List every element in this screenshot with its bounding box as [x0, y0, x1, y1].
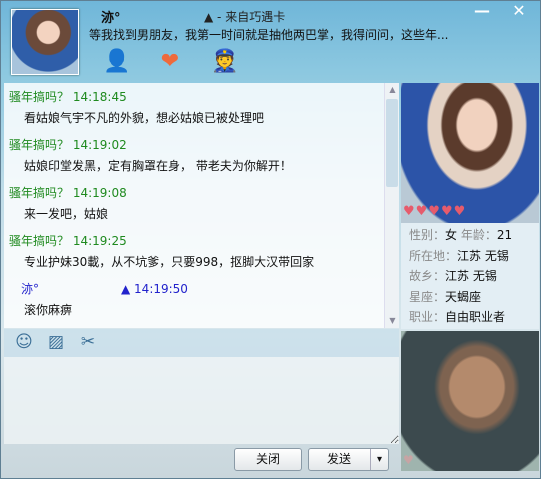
message-text: 来一发吧，姑娘 — [24, 207, 109, 221]
police-icon[interactable]: 👮 — [211, 49, 238, 75]
message-input[interactable] — [4, 357, 399, 444]
gender-label: 性别： — [409, 228, 446, 242]
zodiac-value: 天蝎座 — [445, 289, 482, 304]
scissors-icon[interactable]: ✂ — [78, 332, 98, 352]
message: 骚年搞吗？ 14:19:02 姑娘印堂发黑，定有胸罩在身， 带老夫为你解开！ — [4, 135, 399, 179]
contact-photo[interactable] — [401, 83, 539, 223]
message-time: 14:19:25 — [72, 234, 127, 248]
scroll-up-icon[interactable]: ▲ — [385, 83, 399, 97]
message: 洂° ▲ 14:19:50 滚你麻痹 — [4, 279, 399, 323]
hometown-label: 故乡： — [409, 269, 446, 283]
message-text: 滚你麻痹 — [24, 303, 73, 317]
message-time: 14:19:08 — [72, 186, 127, 200]
message-sender: 骚年搞吗？ — [9, 90, 70, 104]
contact-source: ▲ - 来自巧遇卡 — [204, 10, 286, 24]
chat-scrollbar[interactable]: ▲ ▼ — [384, 83, 399, 328]
contact-name: 洂° — [101, 11, 121, 26]
scroll-down-icon[interactable]: ▼ — [385, 314, 399, 328]
close-button[interactable]: 关闭 — [234, 448, 302, 471]
zodiac-label: 星座： — [409, 289, 446, 304]
heart-icon: ♥ — [403, 453, 414, 467]
my-photo[interactable] — [401, 331, 539, 471]
message: 骚年搞吗？ 14:19:25 专业护妹30載，从不坑爹，只要998，抠脚大汉带回家 — [4, 231, 399, 275]
add-friend-icon[interactable]: 👤 — [103, 49, 130, 75]
age-label: 年龄： — [460, 228, 497, 242]
message-sender: 洂° — [21, 282, 40, 296]
charm-hearts: ♥♥♥♥♥ — [403, 204, 467, 219]
location-value: 江苏 无锡 — [457, 248, 509, 263]
job-label: 职业： — [409, 310, 446, 324]
gender-value: 女 — [445, 228, 458, 242]
minimize-button[interactable]: — — [466, 1, 498, 23]
message-sender: 骚年搞吗？ — [9, 234, 70, 248]
message-text: 姑娘印堂发黑，定有胸罩在身， 带老夫为你解开！ — [24, 159, 292, 173]
emoji-icon[interactable]: ☺ — [14, 332, 34, 352]
message: 骚年搞吗？ 14:18:45 看姑娘气宇不凡的外貌，想必姑娘已被处理吧 — [4, 87, 399, 131]
profile-info: 性别：女 年龄：21 所在地：江苏 无锡 故乡：江苏 无锡 星座：天蝎座 职业：… — [401, 223, 539, 329]
contact-avatar[interactable] — [11, 9, 79, 75]
location-label: 所在地： — [409, 248, 458, 263]
message-text: 专业护妹30載，从不坑爹，只要998，抠脚大汉带回家 — [24, 255, 315, 269]
scrollbar-thumb[interactable] — [386, 99, 398, 187]
message-time: ▲ 14:19:50 — [121, 282, 188, 296]
message-time: 14:19:02 — [72, 138, 127, 152]
job-value: 自由职业者 — [445, 310, 506, 324]
image-icon[interactable]: ▨ — [46, 332, 66, 352]
contact-signature: 等我找到男朋友，我第一时间就是抽他两巴掌，我得问问，这些年... — [89, 28, 449, 42]
send-button[interactable]: 发送 ▾ — [308, 448, 389, 471]
send-options-dropdown[interactable]: ▾ — [370, 449, 388, 470]
message: 骚年搞吗？ 14:19:08 来一发吧，姑娘 — [4, 183, 399, 227]
message-sender: 骚年搞吗？ — [9, 138, 70, 152]
message-sender: 骚年搞吗？ — [9, 186, 70, 200]
input-toolbar: ☺ ▨ ✂ — [4, 329, 399, 357]
message-time: 14:18:45 — [72, 90, 127, 104]
send-label: 发送 — [327, 452, 352, 466]
hometown-value: 江苏 无锡 — [445, 269, 497, 283]
age-value: 21 — [496, 228, 513, 242]
message-text: 看姑娘气宇不凡的外貌，想必姑娘已被处理吧 — [24, 111, 265, 125]
chat-window: 洂° ▲ - 来自巧遇卡 等我找到男朋友，我第一时间就是抽他两巴掌，我得问问，这… — [0, 0, 541, 479]
message-list[interactable]: 骚年搞吗？ 14:18:45 看姑娘气宇不凡的外貌，想必姑娘已被处理吧 骚年搞吗？… — [4, 83, 399, 328]
close-window-button[interactable]: ✕ — [503, 1, 535, 23]
heart-icon[interactable]: ❤ — [157, 49, 183, 75]
